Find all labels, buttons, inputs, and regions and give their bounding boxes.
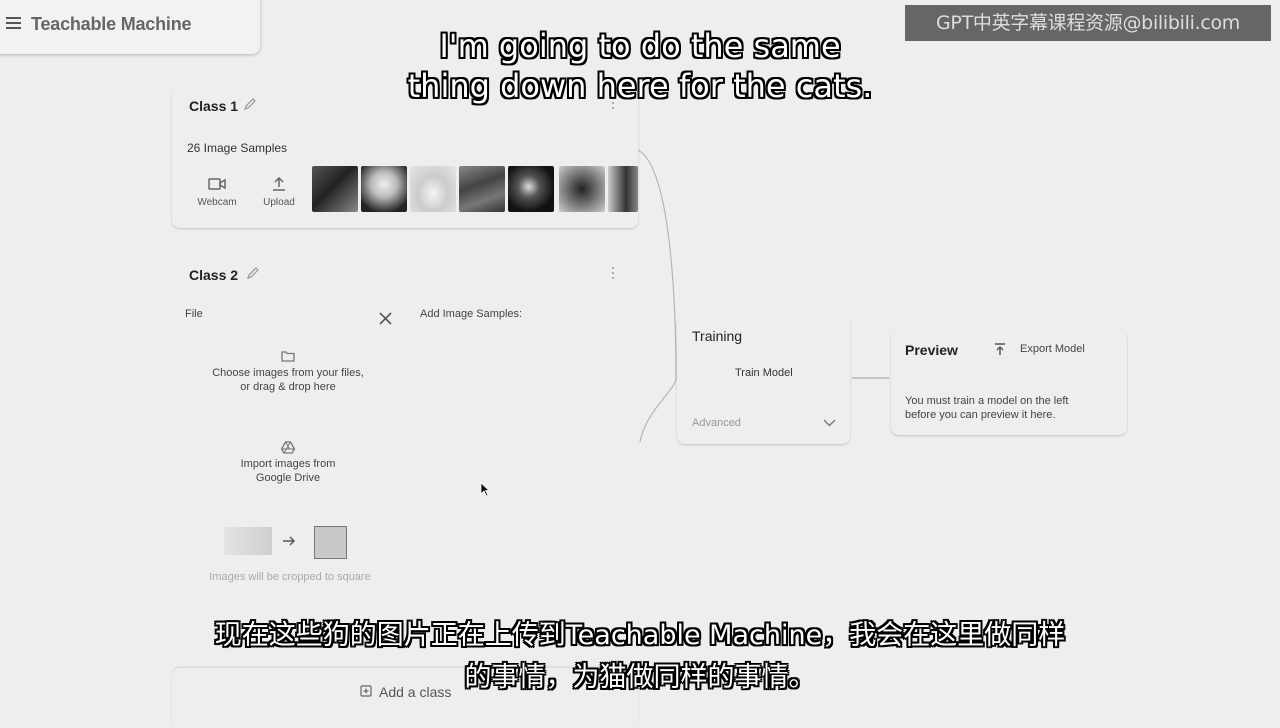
crop-example-wide-image <box>224 527 272 555</box>
class-1-title[interactable]: Class 1 <box>189 98 238 114</box>
subtitle-chinese-line2: 的事情，为猫做同样的事情。 <box>464 662 816 693</box>
webcam-icon <box>208 178 226 190</box>
hamburger-menu-icon[interactable] <box>6 17 21 31</box>
choose-files-line1: Choose images from your files, <box>212 367 364 379</box>
file-label: File <box>185 308 203 320</box>
export-model-button[interactable]: Export Model <box>1020 343 1085 355</box>
close-icon[interactable] <box>379 312 392 325</box>
advanced-toggle[interactable]: Advanced <box>692 417 741 429</box>
mouse-cursor-icon <box>480 482 490 497</box>
drive-line2: Google Drive <box>255 472 321 484</box>
sample-thumbnail[interactable] <box>559 166 605 212</box>
training-title: Training <box>692 328 743 344</box>
upload-button[interactable]: Upload <box>254 177 304 208</box>
class-2-more-icon[interactable] <box>612 267 616 282</box>
edit-pencil-icon[interactable] <box>246 266 260 280</box>
chevron-down-icon[interactable] <box>823 419 836 427</box>
crop-example-square-image <box>314 526 347 559</box>
edit-pencil-icon[interactable] <box>243 97 257 111</box>
subtitle-english-line1: I'm going to do the same <box>439 27 841 65</box>
export-icon <box>995 343 1005 355</box>
class-1-sample-count: 26 Image Samples <box>187 141 288 155</box>
choose-files-line2: or drag & drop here <box>240 381 336 393</box>
choose-files-dropzone[interactable]: Choose images from your files, or drag &… <box>198 350 378 394</box>
crop-note: Images will be cropped to square <box>209 571 371 583</box>
preview-message: You must train a model on the left befor… <box>905 394 1068 422</box>
preview-title: Preview <box>905 342 958 358</box>
preview-message-line1: You must train a model on the left <box>905 395 1069 407</box>
arrow-right-icon <box>283 536 295 546</box>
subtitle-english-line2: thing down here for the cats. <box>407 67 873 105</box>
preview-message-line2: before you can preview it here. <box>905 409 1056 421</box>
folder-icon <box>281 351 295 362</box>
google-drive-icon <box>281 441 295 454</box>
upload-icon <box>273 177 285 191</box>
app-title: Teachable Machine <box>31 14 192 34</box>
sample-thumbnail[interactable] <box>410 166 456 212</box>
sample-thumbnail[interactable] <box>361 166 407 212</box>
webcam-button[interactable]: Webcam <box>192 177 242 208</box>
sample-thumbnail[interactable] <box>508 166 554 212</box>
upload-label: Upload <box>263 197 295 208</box>
train-model-button[interactable]: Train Model <box>735 367 793 379</box>
sample-thumbnail[interactable] <box>459 166 505 212</box>
sample-thumbnail[interactable] <box>312 166 358 212</box>
webcam-label: Webcam <box>197 197 237 208</box>
subtitle-chinese-line1: 现在这些狗的图片正在上传到Teachable Machine，我会在这里做同样 <box>214 620 1066 651</box>
drive-line1: Import images from <box>240 458 336 470</box>
class-2-title[interactable]: Class 2 <box>189 267 238 283</box>
sample-thumbnail[interactable] <box>608 166 638 212</box>
google-drive-import[interactable]: Import images from Google Drive <box>198 441 378 485</box>
add-image-samples-label: Add Image Samples: <box>420 308 523 320</box>
